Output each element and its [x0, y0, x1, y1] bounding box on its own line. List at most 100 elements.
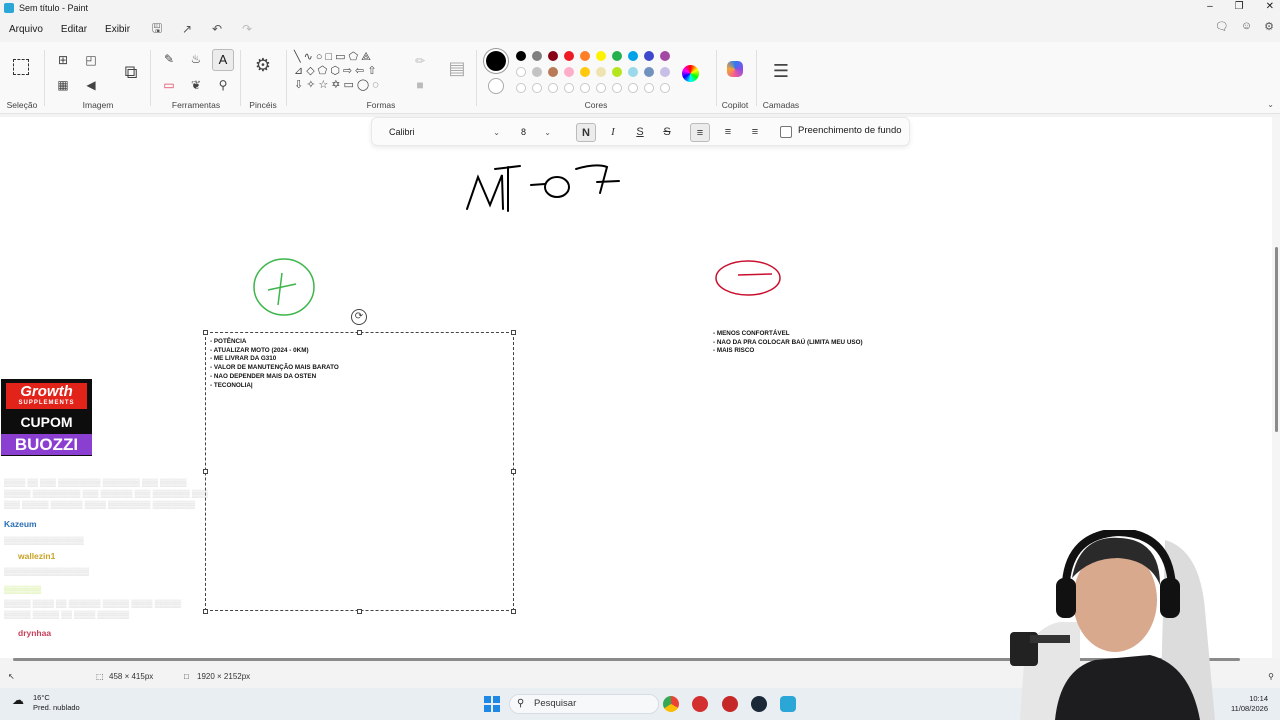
system-clock[interactable]: 10:14 11/08/2026 [1231, 694, 1268, 714]
resize-handle[interactable] [511, 609, 516, 614]
edit-colors-icon[interactable] [682, 65, 699, 82]
color-picker-icon[interactable]: ❦ [188, 78, 204, 92]
weather-widget[interactable]: ☁ 16°C Pred. nublado [12, 693, 80, 713]
save-icon[interactable]: 🖫 [145, 19, 169, 40]
shape-layout-icon[interactable]: ▤ [446, 57, 468, 79]
resize-handle[interactable] [203, 330, 208, 335]
color-swatch[interactable] [612, 51, 622, 61]
color-swatch[interactable] [628, 67, 638, 77]
align-center-button[interactable]: ≡ [718, 123, 738, 142]
fill-bucket-icon[interactable]: ♨ [188, 52, 204, 66]
primary-color[interactable] [484, 49, 508, 73]
strikethrough-button[interactable]: S [657, 123, 677, 142]
color-swatch[interactable] [596, 67, 606, 77]
color-swatch[interactable] [580, 51, 590, 61]
color-swatch[interactable] [628, 51, 638, 61]
font-family-select[interactable]: Calibri ⌄ [382, 123, 506, 142]
color-swatch[interactable] [644, 67, 654, 77]
color-swatch[interactable] [580, 83, 590, 93]
text-tool-button[interactable]: A [212, 49, 234, 71]
align-right-button[interactable]: ≡ [745, 123, 765, 142]
select-all-icon[interactable]: ▦ [55, 78, 71, 92]
bold-button[interactable]: N [576, 123, 596, 142]
windows-start-icon[interactable] [484, 696, 500, 712]
vertical-scroll-thumb[interactable] [1275, 247, 1278, 432]
app-red2-icon[interactable] [722, 696, 738, 712]
color-swatch[interactable] [596, 83, 606, 93]
share-icon[interactable]: ↗ [175, 22, 199, 36]
rotate-icon[interactable]: ◀ [83, 78, 99, 92]
select-tool-icon[interactable] [13, 59, 29, 75]
color-swatch[interactable] [564, 67, 574, 77]
color-swatch[interactable] [612, 83, 622, 93]
background-fill-checkbox[interactable] [780, 126, 792, 138]
resize-handle[interactable] [203, 469, 208, 474]
close-button[interactable]: ✕ [1266, 0, 1274, 14]
menu-exibir[interactable]: Exibir [105, 24, 130, 35]
maximize-button[interactable]: ❐ [1235, 0, 1244, 14]
crop-icon[interactable]: ⊞ [55, 53, 71, 67]
color-swatch[interactable] [660, 67, 670, 77]
zoom-icon[interactable]: ⚲ [1268, 672, 1274, 681]
color-swatch[interactable] [548, 51, 558, 61]
color-swatch[interactable] [628, 83, 638, 93]
color-swatch[interactable] [516, 83, 526, 93]
collapse-ribbon-icon[interactable]: ⌄ [1267, 100, 1274, 109]
layers-icon[interactable]: ☰ [770, 60, 792, 82]
secondary-color[interactable] [488, 78, 504, 94]
text-selection-box[interactable] [205, 332, 514, 611]
outline-icon[interactable]: ✏ [412, 54, 428, 68]
copilot-icon[interactable] [727, 61, 743, 77]
resize-handle[interactable] [357, 330, 362, 335]
color-swatch[interactable] [660, 83, 670, 93]
group-cores: Cores [478, 42, 714, 114]
color-swatch[interactable] [532, 67, 542, 77]
italic-button[interactable]: I [603, 123, 623, 142]
pencil-icon[interactable]: ✎ [161, 52, 177, 66]
brush-icon[interactable]: ⚙ [252, 54, 274, 76]
resize-handle[interactable] [511, 330, 516, 335]
color-swatch[interactable] [516, 67, 526, 77]
menu-editar[interactable]: Editar [61, 24, 87, 35]
vertical-scrollbar[interactable] [1272, 117, 1280, 658]
font-size-select[interactable]: 8 ⌄ [515, 123, 557, 142]
account-icon[interactable]: ☺ [1241, 20, 1252, 33]
resize-icon[interactable]: ◰ [83, 53, 99, 67]
chrome-icon[interactable] [663, 696, 679, 712]
taskbar-search[interactable]: ⚲ Pesquisar [509, 694, 659, 714]
color-swatch[interactable] [548, 67, 558, 77]
color-swatch[interactable] [612, 67, 622, 77]
rotate-handle-icon[interactable]: ⟳ [351, 309, 367, 325]
redo-icon[interactable]: ↷ [235, 22, 259, 36]
underline-button[interactable]: S [630, 123, 650, 142]
resize-handle[interactable] [357, 609, 362, 614]
color-swatch[interactable] [644, 51, 654, 61]
feedback-icon[interactable]: 🗨 [1215, 20, 1229, 33]
eraser-icon[interactable]: ▭ [161, 78, 177, 92]
image-background-icon[interactable]: ⧉ [120, 61, 142, 83]
color-swatch[interactable] [516, 51, 526, 61]
color-swatch[interactable] [660, 51, 670, 61]
menu-arquivo[interactable]: Arquivo [9, 24, 43, 35]
color-swatch[interactable] [548, 83, 558, 93]
color-swatch[interactable] [596, 51, 606, 61]
align-left-button[interactable]: ≡ [690, 123, 710, 142]
shape-fill-icon[interactable]: ■ [412, 78, 428, 92]
color-swatch[interactable] [644, 83, 654, 93]
settings-icon[interactable]: ⚙ [1264, 20, 1274, 33]
shapes-gallery[interactable]: ╲∿○□▭⬠⟁ ⊿◇⬠⬡⇨⇦⇧ ⇩✧☆✡▭◯◌ [294, 50, 404, 92]
undo-icon[interactable]: ↶ [205, 22, 229, 36]
color-swatch[interactable] [564, 51, 574, 61]
title-bar: Sem título - Paint – ❐ ✕ [0, 0, 1280, 16]
color-swatch[interactable] [532, 83, 542, 93]
magnifier-icon[interactable]: ⚲ [215, 78, 231, 92]
steam-icon[interactable] [751, 696, 767, 712]
color-swatch[interactable] [564, 83, 574, 93]
minimize-button[interactable]: – [1207, 0, 1213, 14]
resize-handle[interactable] [511, 469, 516, 474]
app-red-icon[interactable] [692, 696, 708, 712]
paint-taskbar-icon[interactable] [780, 696, 796, 712]
color-swatch[interactable] [532, 51, 542, 61]
search-icon: ⚲ [517, 698, 525, 709]
color-swatch[interactable] [580, 67, 590, 77]
